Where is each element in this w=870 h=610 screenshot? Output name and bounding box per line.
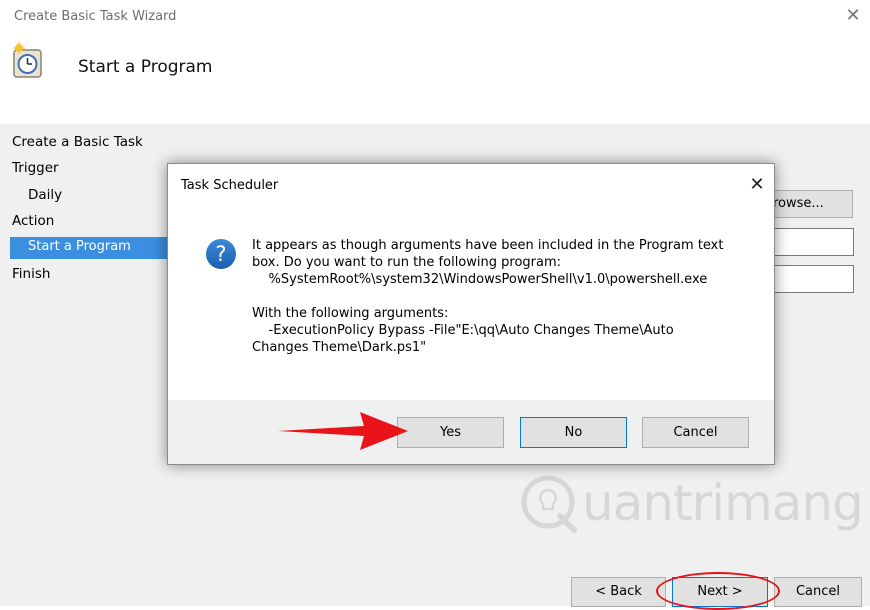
dialog-footer: Yes No Cancel [168, 400, 774, 464]
dialog-title: Task Scheduler [181, 178, 279, 193]
dialog-close-button[interactable]: ✕ [746, 174, 768, 196]
step-finish[interactable]: Finish [12, 266, 50, 282]
task-scheduler-dialog: Task Scheduler ✕ ? It appears as though … [167, 163, 775, 465]
yes-button-label: Yes [440, 425, 461, 440]
message-line: It appears as though arguments have been… [252, 238, 724, 253]
task-clock-icon [10, 42, 48, 80]
dialog-message: It appears as though arguments have been… [252, 237, 752, 356]
no-button[interactable]: No [520, 417, 627, 448]
watermark-text: uantrimang [582, 474, 864, 532]
step-action[interactable]: Action [12, 213, 54, 229]
step-trigger[interactable]: Trigger [12, 160, 59, 176]
arguments-input[interactable] [766, 228, 854, 256]
message-line: box. Do you want to run the following pr… [252, 255, 561, 270]
start-in-input[interactable] [766, 265, 854, 293]
step-start-a-program[interactable]: Start a Program [10, 237, 168, 259]
back-button[interactable]: < Back [571, 577, 666, 607]
page-heading: Start a Program [78, 57, 213, 77]
svg-text:?: ? [215, 242, 226, 266]
dialog-cancel-button[interactable]: Cancel [642, 417, 749, 448]
step-daily[interactable]: Daily [28, 187, 62, 203]
red-arrow-icon [276, 410, 410, 452]
wizard-cancel-button[interactable]: Cancel [774, 577, 862, 607]
message-line: With the following arguments: [252, 306, 449, 321]
next-button-label: Next > [697, 584, 743, 599]
dialog-cancel-button-label: Cancel [673, 425, 718, 440]
question-icon: ? [205, 238, 237, 270]
message-line: -ExecutionPolicy Bypass -File"E:\qq\Auto… [252, 323, 674, 338]
browse-button[interactable]: rowse... [763, 190, 853, 218]
wizard-cancel-button-label: Cancel [795, 584, 841, 599]
window-close-button[interactable]: ✕ [843, 6, 863, 26]
message-line: Changes Theme\Dark.ps1" [252, 340, 427, 355]
step-start-a-program-label: Start a Program [28, 239, 131, 254]
yes-button[interactable]: Yes [397, 417, 504, 448]
step-create-basic-task[interactable]: Create a Basic Task [12, 134, 143, 150]
browse-button-label: rowse... [773, 196, 824, 211]
message-line [252, 288, 752, 305]
message-line: %SystemRoot%\system32\WindowsPowerShell\… [252, 272, 708, 287]
next-button[interactable]: Next > [672, 577, 768, 607]
back-button-label: < Back [595, 584, 642, 599]
no-button-label: No [564, 425, 583, 440]
window-title: Create Basic Task Wizard [14, 9, 177, 24]
watermark-logo: uantrimang [520, 468, 864, 548]
